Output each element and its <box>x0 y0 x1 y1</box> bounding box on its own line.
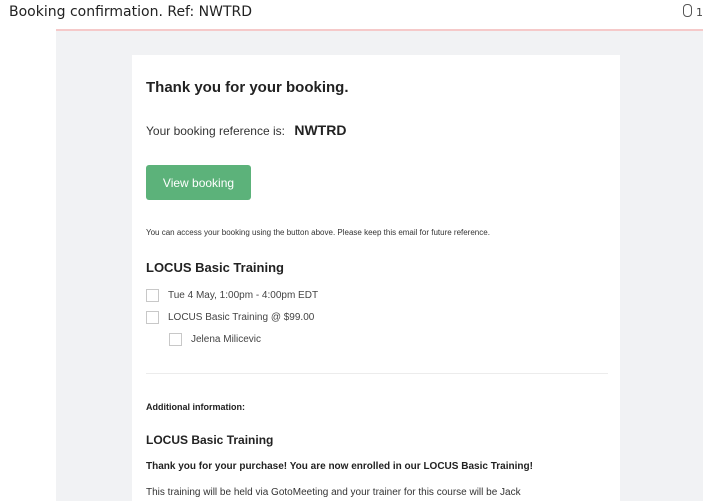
event-title: LOCUS Basic Training <box>146 260 284 275</box>
access-note: You can access your booking using the bu… <box>146 228 490 237</box>
view-booking-button[interactable]: View booking <box>146 165 251 200</box>
email-header: Booking confirmation. Ref: NWTRD 1 <box>0 0 703 30</box>
checkbox-icon <box>146 310 159 324</box>
email-subject: Booking confirmation. Ref: NWTRD <box>9 4 253 20</box>
checkbox-icon <box>146 288 159 302</box>
reference-line: Your booking reference is: NWTRD <box>146 122 346 138</box>
attachment-count: 1 <box>696 6 703 19</box>
email-body-card: Thank you for your booking. Your booking… <box>132 55 620 501</box>
thank-you-heading: Thank you for your booking. <box>146 79 349 96</box>
list-item: Jelena Milicevic <box>169 332 261 346</box>
item-label: Jelena Milicevic <box>191 333 262 345</box>
attachment-indicator[interactable]: 1 <box>683 4 703 19</box>
checkbox-icon <box>169 332 182 346</box>
training-details: This training will be held via GotoMeeti… <box>146 487 521 498</box>
list-item: LOCUS Basic Training @ $99.00 <box>146 310 314 324</box>
list-item: Tue 4 May, 1:00pm - 4:00pm EDT <box>146 288 318 302</box>
paperclip-icon <box>683 4 692 17</box>
item-label: Tue 4 May, 1:00pm - 4:00pm EDT <box>168 289 319 301</box>
additional-title: LOCUS Basic Training <box>146 433 274 447</box>
item-label: LOCUS Basic Training @ $99.00 <box>168 311 315 323</box>
purchase-message: Thank you for your purchase! You are now… <box>146 461 533 472</box>
additional-info-label: Additional information: <box>146 402 245 412</box>
reference-code: NWTRD <box>294 122 347 138</box>
section-divider <box>146 373 608 374</box>
reference-label: Your booking reference is: <box>146 124 285 138</box>
